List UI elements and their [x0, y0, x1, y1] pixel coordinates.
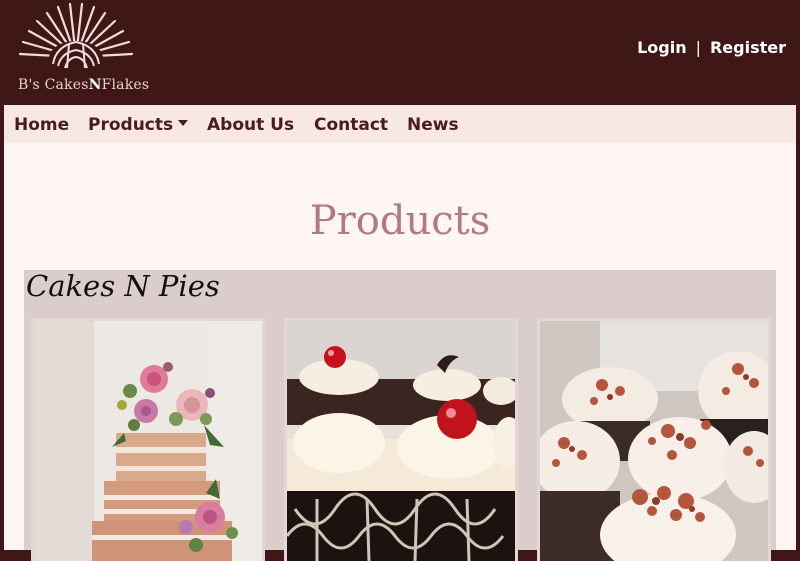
nav-item-label: News	[407, 115, 459, 135]
nav-item-label: Products	[88, 115, 174, 135]
naked-floral-cake-photo	[34, 321, 262, 561]
brand-name-part2: N	[88, 77, 102, 93]
auth-separator: |	[695, 38, 701, 57]
site-header: B's CakesNFlakes Login | Register	[0, 0, 800, 105]
main-content: Products Cakes N Pies	[4, 143, 796, 561]
product-section: Cakes N Pies	[24, 269, 776, 561]
product-card-bacon-cupcakes[interactable]	[540, 321, 768, 561]
product-card-naked-cake[interactable]	[34, 321, 262, 561]
black-forest-cake-photo	[287, 321, 515, 561]
nav-item-label: Contact	[314, 115, 389, 135]
page-title: Products	[309, 198, 491, 244]
nav-item-home[interactable]: Home	[14, 115, 69, 135]
section-title: Cakes N Pies	[26, 269, 220, 303]
main-nav: Home Products About Us Contact News	[4, 105, 796, 144]
auth-links: Login | Register	[637, 38, 786, 57]
nav-item-label: About Us	[207, 115, 295, 135]
brand-name: B's CakesNFlakes	[18, 77, 149, 93]
nav-item-contact[interactable]: Contact	[314, 115, 388, 135]
nav-item-products[interactable]: Products	[88, 115, 189, 135]
nav-item-about-us[interactable]: About Us	[207, 115, 294, 135]
nav-item-news[interactable]: News	[407, 115, 459, 135]
register-link[interactable]: Register	[710, 38, 786, 57]
nav-item-label: Home	[14, 115, 70, 135]
caret-down-icon	[178, 120, 189, 126]
product-card-black-forest-cake[interactable]	[287, 321, 515, 561]
bacon-cupcakes-photo	[540, 321, 768, 561]
brand-name-part3: Flakes	[101, 77, 150, 93]
brand-name-part1: B's Cakes	[18, 77, 89, 93]
login-link[interactable]: Login	[637, 38, 687, 57]
